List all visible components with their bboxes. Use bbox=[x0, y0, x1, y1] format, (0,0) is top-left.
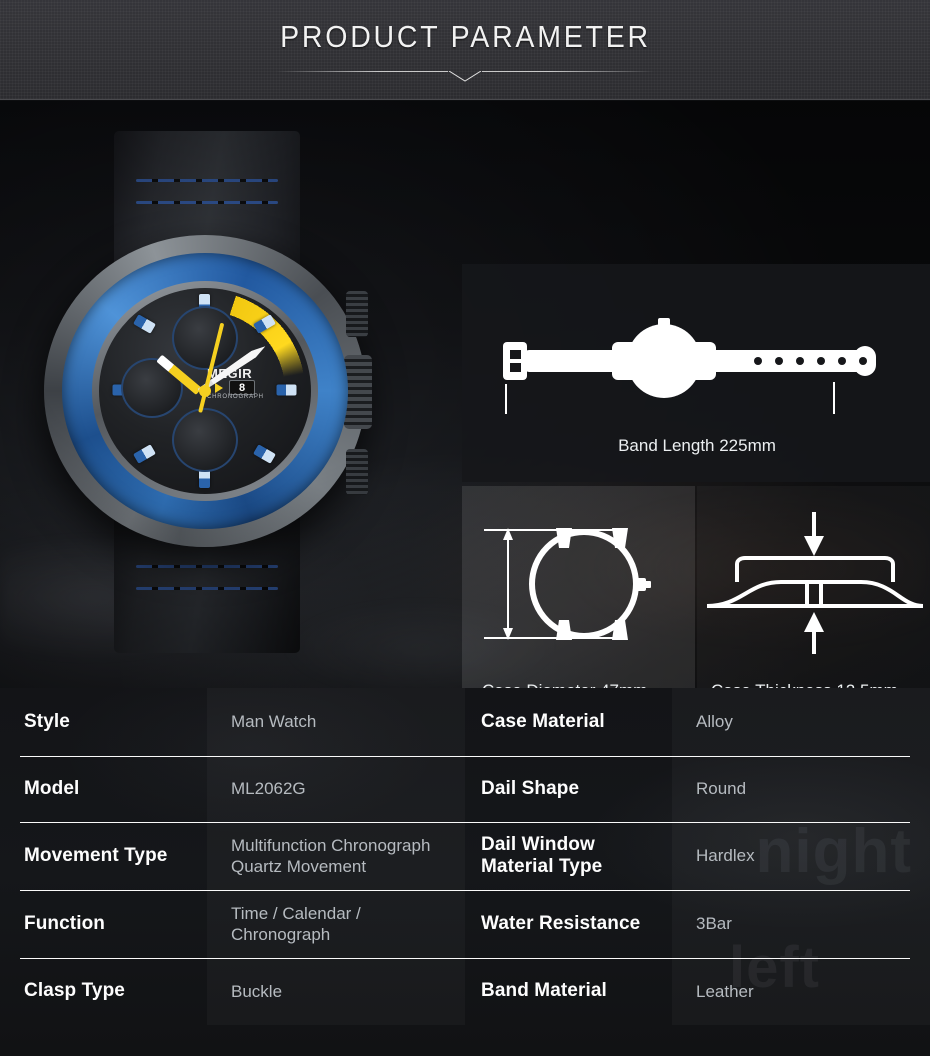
row-separator bbox=[20, 756, 910, 757]
table-row: Movement Type Multifunction Chronograph … bbox=[0, 822, 930, 890]
spec-label: Style bbox=[0, 688, 207, 756]
watch-case-front-icon bbox=[484, 528, 651, 640]
spec-value-text: Buckle bbox=[231, 981, 283, 1001]
case-thickness-caption: Case Thickness 12.5mm bbox=[711, 681, 930, 688]
spec-label: Water Resistance bbox=[465, 890, 672, 958]
spec-label-text: Band Material bbox=[481, 980, 607, 1002]
spec-value: Hardlex bbox=[672, 822, 930, 890]
spec-value-text: 3Bar bbox=[696, 914, 732, 934]
spec-value: Man Watch bbox=[207, 688, 465, 756]
row-separator bbox=[20, 890, 910, 891]
band-length-caption: Band Length 225mm bbox=[618, 436, 776, 455]
spec-value-text: Hardlex bbox=[696, 846, 755, 866]
spec-label: Model bbox=[0, 756, 207, 822]
spec-label: Band Material bbox=[465, 958, 672, 1025]
table-row: Style Man Watch Case Material Alloy bbox=[0, 688, 930, 756]
header-divider bbox=[276, 64, 654, 82]
spec-label: Clasp Type bbox=[0, 958, 207, 1025]
spec-label: Function bbox=[0, 890, 207, 958]
spec-value: Leather bbox=[672, 958, 930, 1025]
spec-value-text: Man Watch bbox=[231, 712, 317, 732]
spec-value-text: Leather bbox=[696, 981, 754, 1001]
spec-table: Style Man Watch Case Material Alloy Mode… bbox=[0, 688, 930, 1025]
panel-case-thickness: Case Thickness 12.5mm bbox=[697, 486, 930, 688]
spec-label-text: Function bbox=[24, 912, 106, 934]
spec-value: Multifunction Chronograph Quartz Movemen… bbox=[207, 822, 465, 890]
spec-value: Buckle bbox=[207, 958, 465, 1025]
product-parameter-page: PRODUCT PARAMETER Band Length 225mm nigh… bbox=[0, 0, 930, 1056]
spec-value: Round bbox=[672, 756, 930, 822]
watch-case-side-icon bbox=[706, 512, 924, 654]
spec-label-text: Model bbox=[24, 777, 80, 799]
spec-value-text: ML2062G bbox=[231, 779, 306, 799]
spec-label-text: Clasp Type bbox=[24, 980, 125, 1002]
spec-value-text: Multifunction Chronograph Quartz Movemen… bbox=[231, 835, 431, 876]
spec-label-text: Case Material bbox=[481, 710, 605, 732]
spec-label: Dail Shape bbox=[465, 756, 672, 822]
table-row: Clasp Type Buckle Band Material Leather bbox=[0, 958, 930, 1025]
spec-label: Case Material bbox=[465, 688, 672, 756]
spec-label-text: Dail Shape bbox=[481, 777, 580, 799]
spec-value: Time / Calendar / Chronograph bbox=[207, 890, 465, 958]
row-separator bbox=[20, 958, 910, 959]
spec-table-section: night left Style Man Watch Case Material… bbox=[0, 688, 930, 1056]
page-header: PRODUCT PARAMETER bbox=[0, 0, 930, 100]
spec-label: Dail Window Material Type bbox=[465, 822, 672, 890]
spec-label-text: Water Resistance bbox=[481, 912, 641, 934]
panel-case-diameter: Case Diameter 47mm bbox=[462, 486, 695, 688]
spec-label-text: Dail Window Material Type bbox=[481, 833, 603, 877]
spec-value: ML2062G bbox=[207, 756, 465, 822]
hero-section: MEGIR 8 CHRONOGRAPH bbox=[0, 101, 930, 688]
spec-value-text: Alloy bbox=[696, 712, 733, 732]
spec-label: Movement Type bbox=[0, 822, 207, 890]
chevron-down-icon bbox=[447, 71, 483, 82]
row-separator bbox=[20, 822, 910, 823]
divider-line-left bbox=[276, 71, 448, 72]
divider-line-right bbox=[482, 71, 654, 72]
table-row: Model ML2062G Dail Shape Round bbox=[0, 756, 930, 822]
panel-band-length: Band Length 225mm bbox=[462, 264, 930, 482]
spec-value: Alloy bbox=[672, 688, 930, 756]
spec-value-text: Time / Calendar / Chronograph bbox=[231, 903, 361, 944]
watch-band-flat-icon bbox=[503, 318, 876, 414]
spec-label-text: Movement Type bbox=[24, 844, 168, 866]
spec-value-text: Round bbox=[696, 779, 747, 799]
table-row: Function Time / Calendar / Chronograph W… bbox=[0, 890, 930, 958]
page-title: PRODUCT PARAMETER bbox=[279, 19, 651, 54]
case-diameter-caption: Case Diameter 47mm bbox=[482, 681, 695, 688]
spec-value: 3Bar bbox=[672, 890, 930, 958]
spec-label-text: Style bbox=[24, 710, 70, 732]
